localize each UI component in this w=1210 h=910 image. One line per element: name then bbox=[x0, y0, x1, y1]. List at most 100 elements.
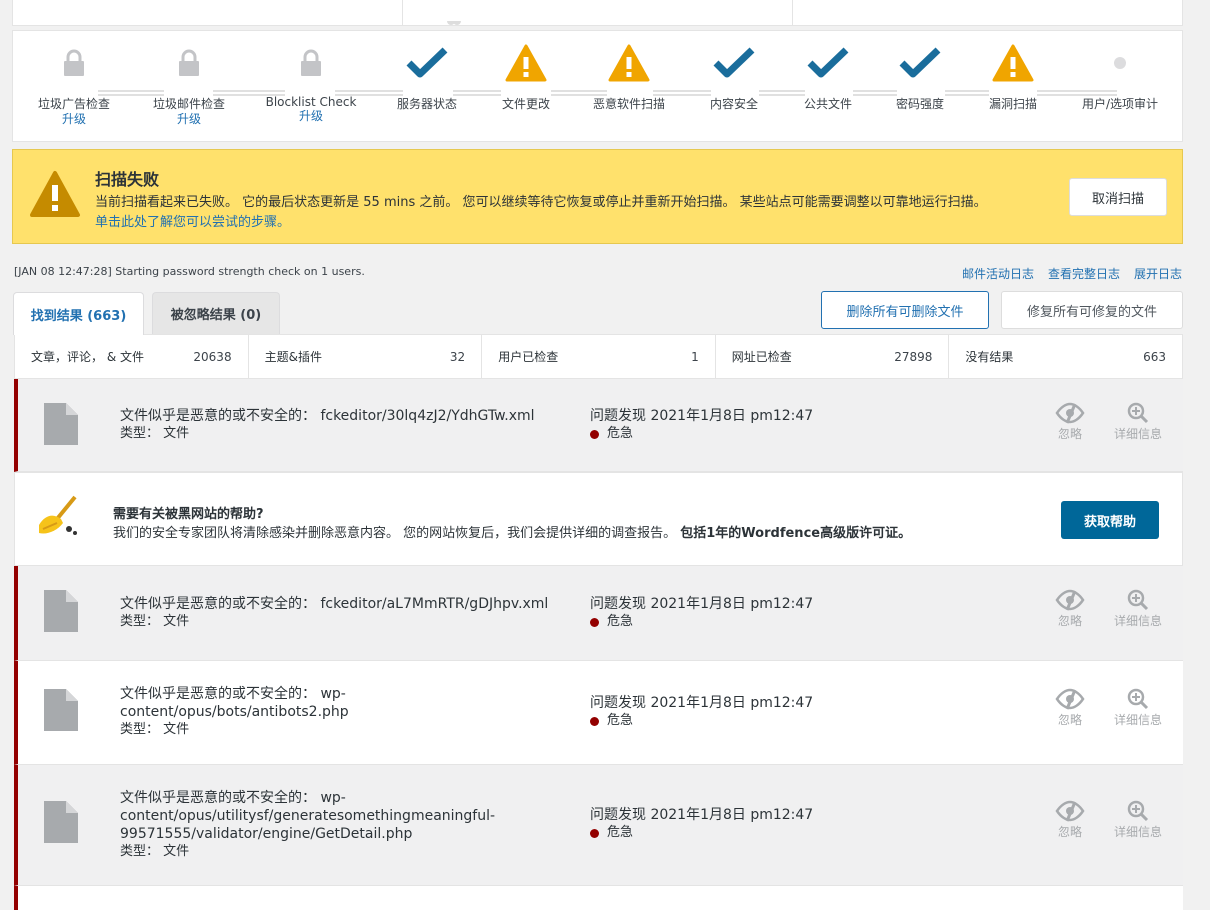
upgrade-link[interactable]: 升级 bbox=[134, 112, 244, 126]
step-server-state[interactable]: 服务器状态 bbox=[372, 41, 482, 112]
step-vulnerability-scan[interactable]: 漏洞扫描 bbox=[958, 41, 1068, 112]
scan-log-line: [JAN 08 12:47:28] Starting password stre… bbox=[14, 265, 365, 278]
tab-ignored-results[interactable]: 被忽略结果 (0) bbox=[152, 292, 280, 334]
delete-all-deletable-button[interactable]: 删除所有可删除文件 bbox=[821, 291, 989, 329]
severity-critical: 危急 bbox=[590, 712, 813, 730]
warning-icon bbox=[574, 41, 684, 85]
scan-steps-bar: 垃圾广告检查 升级 垃圾邮件检查 升级 Blocklist Check 升级 服… bbox=[12, 30, 1183, 142]
step-user-options-audit[interactable]: 用户/选项审计 bbox=[1065, 41, 1175, 112]
step-label: 文件更改 bbox=[501, 97, 550, 111]
step-label: 恶意软件扫描 bbox=[592, 97, 665, 111]
stat-posts-comments-files: 文章，评论， & 文件 20638 bbox=[15, 335, 249, 378]
check-icon bbox=[372, 41, 482, 85]
issue-description: 文件似乎是恶意的或不安全的： fckeditor/30lq4zJ2/YdhGTw… bbox=[120, 408, 535, 441]
lock-icon bbox=[256, 41, 366, 85]
step-label: Blocklist Check bbox=[265, 95, 357, 109]
zoom-in-icon bbox=[1108, 401, 1168, 425]
issue-found-info: 问题发现 2021年1月8日 pm12:47 危急 bbox=[590, 596, 814, 631]
severity-critical: 危急 bbox=[590, 613, 813, 631]
issue-row[interactable]: 文件似乎是恶意的或不安全的： wp- content/opus/utilitys… bbox=[14, 765, 1183, 886]
stat-results: 没有结果 663 bbox=[965, 349, 1166, 365]
upgrade-link[interactable]: 升级 bbox=[256, 109, 366, 123]
alert-help-link[interactable]: 单击此处了解您可以尝试的步骤。 bbox=[95, 211, 290, 230]
step-label: 垃圾邮件检查 bbox=[152, 97, 225, 111]
issue-row[interactable]: 文件似乎是恶意的或不安全的： fckeditor/aL7MmRTR/gDJhpv… bbox=[14, 566, 1183, 661]
critical-dot-icon bbox=[590, 617, 599, 627]
issue-found-info: 问题发现 2021年1月8日 pm12:47 危急 bbox=[590, 695, 814, 730]
details-button[interactable]: 详细信息 bbox=[1108, 687, 1168, 728]
step-label: 服务器状态 bbox=[396, 97, 457, 111]
lock-icon bbox=[134, 41, 244, 85]
warning-icon bbox=[29, 170, 81, 222]
step-spam-mail[interactable]: 垃圾邮件检查 升级 bbox=[134, 41, 244, 126]
upgrade-link[interactable]: 升级 bbox=[19, 112, 129, 126]
details-button[interactable]: 详细信息 bbox=[1108, 401, 1168, 442]
step-blocklist[interactable]: Blocklist Check 升级 bbox=[256, 41, 366, 123]
issue-type: 类型： 文件 bbox=[120, 426, 190, 441]
critical-dot-icon bbox=[590, 828, 599, 838]
summary-cell bbox=[13, 0, 461, 25]
issue-type: 类型： 文件 bbox=[120, 614, 190, 629]
cancel-scan-button[interactable]: 取消扫描 bbox=[1069, 178, 1167, 216]
summary-cell bbox=[793, 0, 1182, 25]
help-title: 需要有关被黑网站的帮助? bbox=[113, 507, 264, 522]
top-summary-strip bbox=[12, 0, 1183, 26]
view-full-log-link[interactable]: 查看完整日志 bbox=[1048, 265, 1120, 282]
alert-body: 当前扫描看起来已失败。 它的最后状态更新是 55 mins 之前。 您可以继续等… bbox=[95, 195, 987, 210]
step-label: 漏洞扫描 bbox=[988, 97, 1037, 111]
stat-themes-plugins: 主题&插件 32 bbox=[249, 335, 483, 378]
expand-log-link[interactable]: 展开日志 bbox=[1134, 265, 1182, 282]
eye-slash-icon bbox=[1048, 799, 1092, 823]
tab-found-results[interactable]: 找到结果 (663) bbox=[13, 292, 144, 335]
summary-cell bbox=[403, 0, 793, 25]
step-malware-scan[interactable]: 恶意软件扫描 bbox=[574, 41, 684, 112]
ignore-button[interactable]: 忽略 bbox=[1048, 588, 1092, 629]
eye-slash-icon bbox=[1048, 401, 1092, 425]
critical-dot-icon bbox=[590, 429, 599, 439]
warning-icon bbox=[471, 41, 581, 85]
scan-stats-bar: 文章，评论， & 文件 20638 主题&插件 32 用户已检查 1 网址已检查 278… bbox=[14, 334, 1183, 379]
issue-type: 类型： 文件 bbox=[120, 722, 190, 737]
zoom-in-icon bbox=[1108, 687, 1168, 711]
file-icon bbox=[44, 801, 78, 847]
help-body: 我们的安全专家团队将清除感染并删除恶意内容。 您的网站恢复后，我们会提供详细的调… bbox=[113, 526, 912, 541]
repair-all-repairable-button[interactable]: 修复所有可修复的文件 bbox=[1001, 291, 1183, 329]
issue-found-info: 问题发现 2021年1月8日 pm12:47 危急 bbox=[590, 807, 814, 842]
file-icon bbox=[44, 403, 78, 449]
issue-description: 文件似乎是恶意的或不安全的： fckeditor/aL7MmRTR/gDJhpv… bbox=[120, 596, 549, 629]
pending-dot-icon bbox=[1065, 41, 1175, 85]
broom-icon bbox=[35, 495, 81, 543]
hacked-site-help-box: 需要有关被黑网站的帮助? 我们的安全专家团队将清除感染并删除恶意内容。 您的网站… bbox=[14, 472, 1183, 566]
details-button[interactable]: 详细信息 bbox=[1108, 588, 1168, 629]
step-file-changes[interactable]: 文件更改 bbox=[471, 41, 581, 112]
ignore-button[interactable]: 忽略 bbox=[1048, 799, 1092, 840]
issue-description: 文件似乎是恶意的或不安全的： wp- content/opus/utilitys… bbox=[120, 790, 496, 859]
log-links: 邮件活动日志 查看完整日志 展开日志 bbox=[962, 265, 1182, 282]
eye-slash-icon bbox=[1048, 588, 1092, 612]
step-label: 垃圾广告检查 bbox=[37, 97, 110, 111]
mail-activity-log-link[interactable]: 邮件活动日志 bbox=[962, 265, 1034, 282]
severity-critical: 危急 bbox=[590, 824, 813, 842]
ignore-button[interactable]: 忽略 bbox=[1048, 401, 1092, 442]
file-icon bbox=[44, 689, 78, 735]
critical-dot-icon bbox=[590, 716, 599, 726]
issue-row[interactable] bbox=[14, 886, 1183, 910]
lock-icon bbox=[19, 41, 129, 85]
alert-title: 扫描失败 bbox=[95, 170, 160, 189]
eye-slash-icon bbox=[1048, 687, 1092, 711]
warning-icon bbox=[958, 41, 1068, 85]
scan-failed-alert: 扫描失败 当前扫描看起来已失败。 它的最后状态更新是 55 mins 之前。 您… bbox=[12, 149, 1183, 244]
ignore-button[interactable]: 忽略 bbox=[1048, 687, 1092, 728]
issue-row[interactable]: 文件似乎是恶意的或不安全的： fckeditor/30lq4zJ2/YdhGTw… bbox=[14, 379, 1183, 472]
details-button[interactable]: 详细信息 bbox=[1108, 799, 1168, 840]
step-label: 用户/选项审计 bbox=[1081, 97, 1159, 111]
stat-users-checked: 用户已检查 1 bbox=[482, 335, 716, 378]
issue-row[interactable]: 文件似乎是恶意的或不安全的： wp- content/opus/bots/ant… bbox=[14, 661, 1183, 765]
issue-description: 文件似乎是恶意的或不安全的： wp- content/opus/bots/ant… bbox=[120, 686, 349, 737]
zoom-in-icon bbox=[1108, 588, 1168, 612]
get-help-button[interactable]: 获取帮助 bbox=[1061, 501, 1159, 539]
zoom-in-icon bbox=[1108, 799, 1168, 823]
stat-urls-checked: 网址已检查 27898 bbox=[716, 335, 950, 378]
step-spam-ads[interactable]: 垃圾广告检查 升级 bbox=[19, 41, 129, 126]
issue-type: 类型： 文件 bbox=[120, 844, 190, 859]
